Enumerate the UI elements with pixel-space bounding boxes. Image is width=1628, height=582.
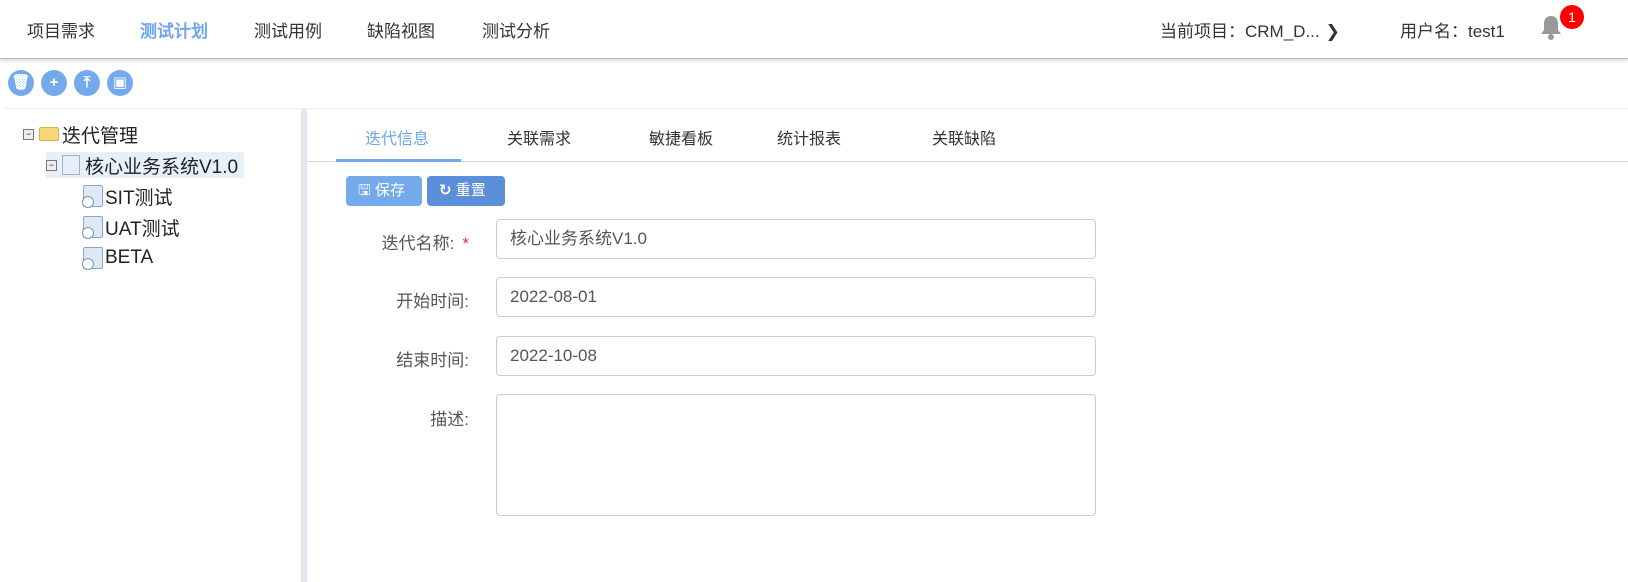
tab-related-requirements[interactable]: 关联需求	[507, 125, 571, 149]
nav-test-cases[interactable]: 测试用例	[254, 17, 322, 42]
iteration-name-input[interactable]: 核心业务系统V1.0	[496, 219, 1096, 259]
end-date-input[interactable]: 2022-10-08	[496, 336, 1096, 376]
tab-agile-board[interactable]: 敏捷看板	[649, 125, 713, 149]
required-mark: *	[462, 234, 469, 253]
tree-node-sit[interactable]: SIT测试	[82, 183, 173, 209]
tree-node-label: 核心业务系统V1.0	[85, 156, 239, 178]
trash-icon: 🗑	[11, 74, 31, 91]
nav-project-requirements[interactable]: 项目需求	[27, 17, 95, 42]
collapse-icon[interactable]: −	[46, 159, 57, 171]
active-tab-indicator	[336, 159, 461, 162]
end-date-label: 结束时间:	[396, 351, 469, 370]
reset-button[interactable]: ↻ 重置	[427, 176, 505, 206]
plus-icon: +	[49, 74, 59, 91]
collapse-icon[interactable]: −	[23, 128, 34, 140]
top-nav-bar: 项目需求 测试计划 测试用例 缺陷视图 测试分析 当前项目：CRM_D... ❯ …	[0, 0, 1628, 59]
chevron-right-icon: ❯	[1325, 22, 1340, 41]
description-label: 描述:	[430, 410, 469, 429]
tab-statistics-report[interactable]: 统计报表	[777, 125, 841, 149]
sidebar-splitter[interactable]	[301, 109, 307, 582]
reset-label: 重置	[455, 182, 486, 199]
start-date-label: 开始时间:	[396, 292, 469, 311]
notification-badge: 1	[1560, 5, 1584, 29]
upload-icon: ⤒	[83, 74, 91, 91]
tree-node-root[interactable]: − 迭代管理	[23, 121, 138, 147]
iteration-name-label: 迭代名称: *	[381, 234, 469, 253]
book-icon	[62, 155, 80, 175]
current-project-label: 当前项目：CRM_D...	[1160, 22, 1320, 41]
tree-node-label: BETA	[105, 247, 154, 268]
tree-node-uat[interactable]: UAT测试	[82, 214, 180, 240]
add-button[interactable]: +	[41, 70, 67, 96]
tree-node-label: SIT测试	[105, 187, 173, 209]
tree-node-label: UAT测试	[105, 218, 180, 240]
test-plan-icon	[82, 216, 103, 239]
folder-icon	[39, 127, 59, 141]
tab-iteration-info[interactable]: 迭代信息	[365, 125, 429, 149]
tree-node-label: 迭代管理	[62, 125, 139, 147]
nav-defect-view[interactable]: 缺陷视图	[367, 17, 435, 42]
refresh-icon: ↻	[439, 182, 452, 199]
tab-related-defects[interactable]: 关联缺陷	[932, 125, 996, 149]
tree-node-iteration[interactable]: − 核心业务系统V1.0	[46, 152, 245, 178]
upload-button[interactable]: ⤒	[74, 70, 100, 96]
export-button[interactable]: ▣	[107, 70, 133, 96]
start-date-input[interactable]: 2022-08-01	[496, 277, 1096, 317]
save-icon: 🖫	[358, 182, 371, 199]
username-label: 用户名：test1	[1400, 22, 1505, 41]
nav-test-plan[interactable]: 测试计划	[140, 17, 208, 42]
save-button[interactable]: 🖫 保存	[346, 176, 422, 206]
tab-bar: 迭代信息 关联需求 敏捷看板 统计报表 关联缺陷	[307, 109, 1628, 162]
bell-icon[interactable]	[1540, 14, 1562, 40]
nav-test-analysis[interactable]: 测试分析	[482, 17, 550, 42]
description-textarea[interactable]	[496, 394, 1096, 516]
test-plan-icon	[82, 185, 103, 208]
export-icon: ▣	[112, 74, 128, 91]
current-project-selector[interactable]: 当前项目：CRM_D... ❯	[1160, 17, 1340, 42]
save-label: 保存	[374, 182, 405, 199]
delete-button[interactable]: 🗑	[8, 70, 34, 96]
test-plan-icon	[82, 247, 103, 270]
tree-node-beta[interactable]: BETA	[82, 245, 154, 271]
iteration-tree: − 迭代管理 − 核心业务系统V1.0 SIT测试 UAT测试 BETA	[5, 109, 301, 582]
